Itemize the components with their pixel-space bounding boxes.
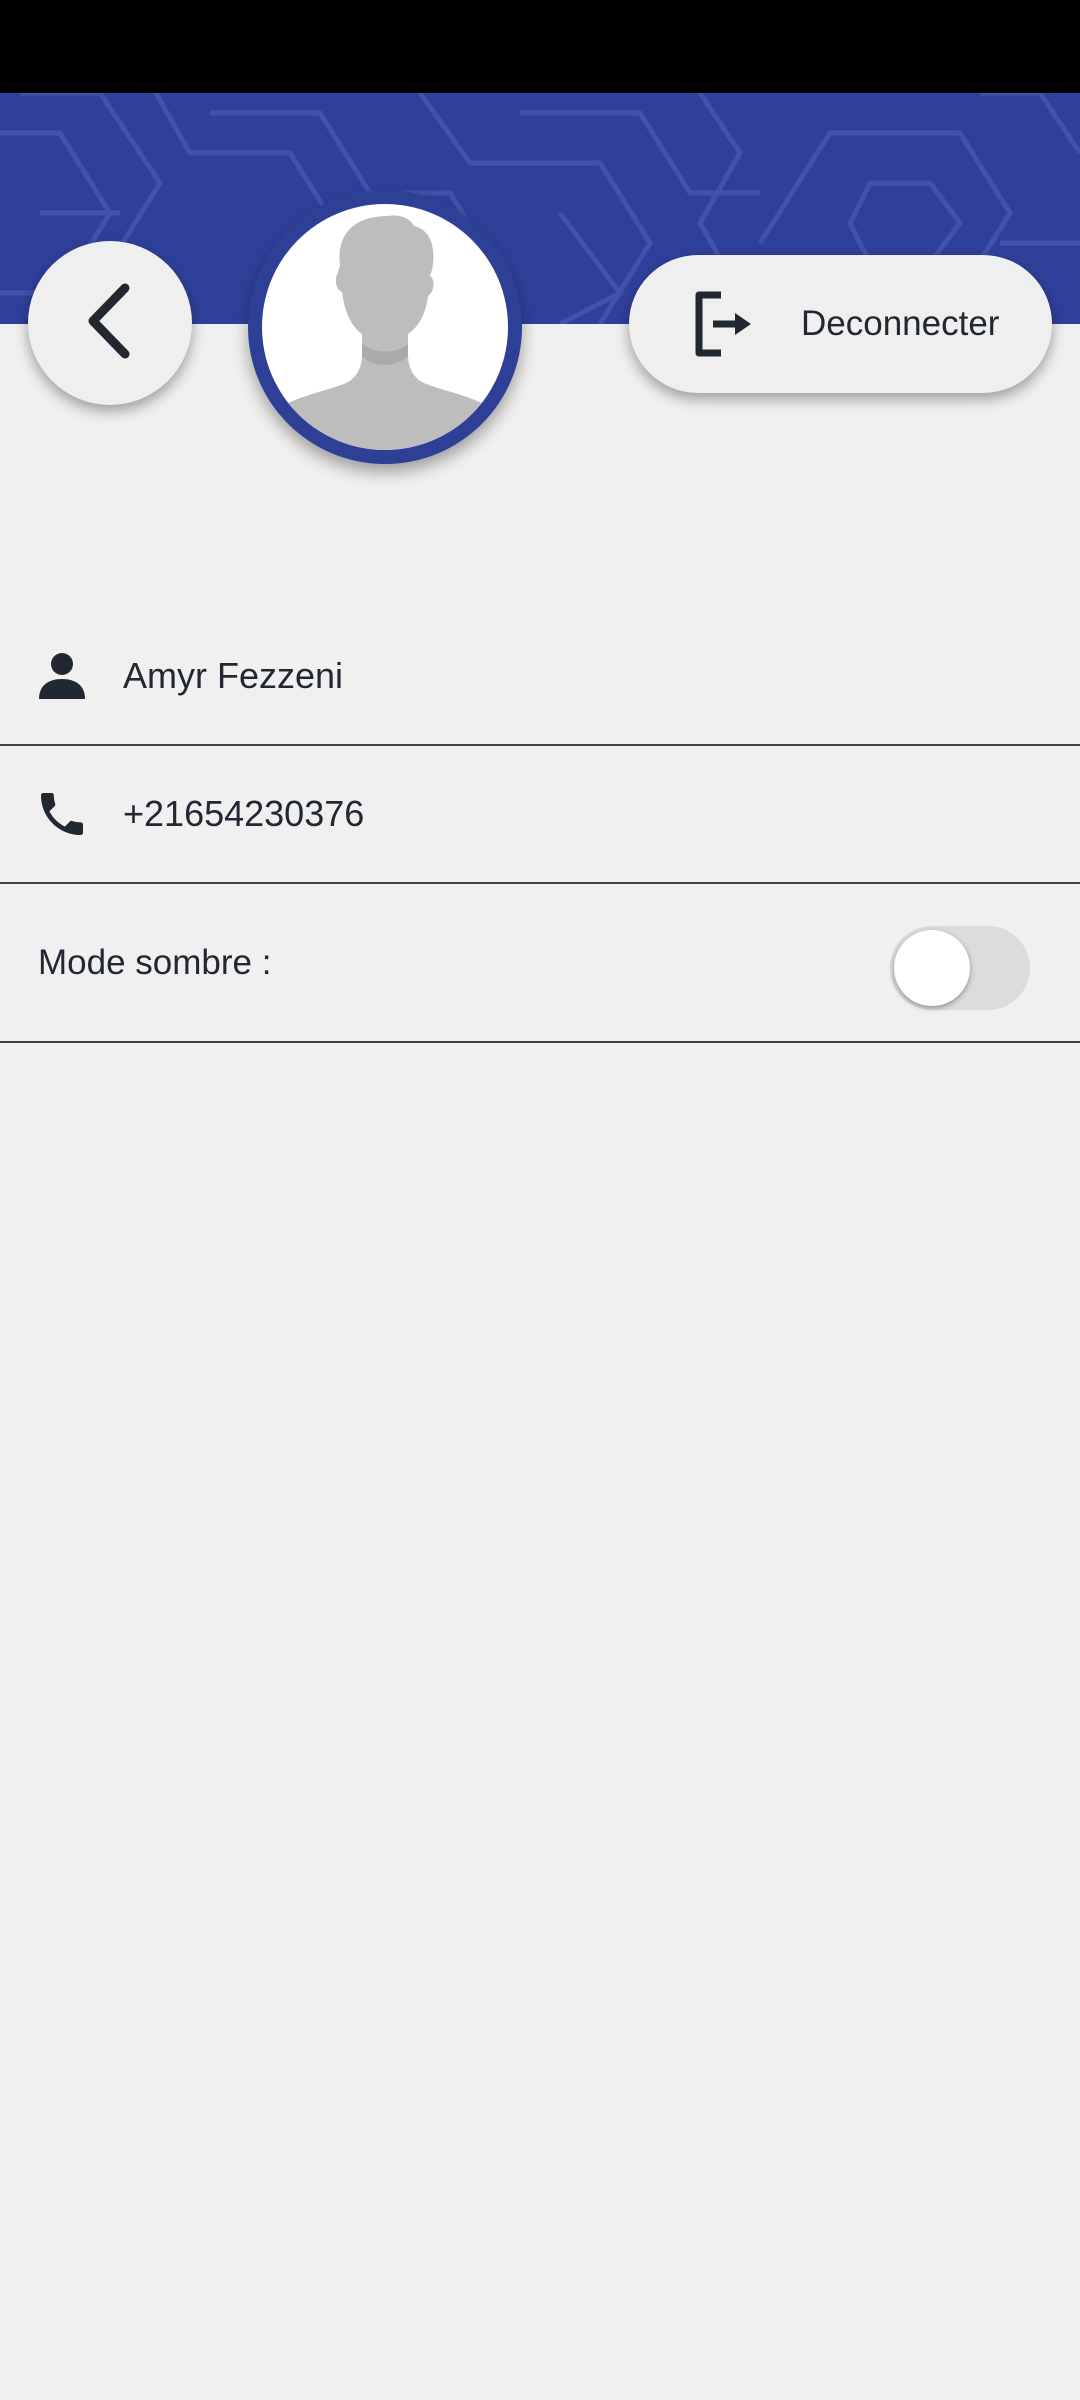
logout-label: Deconnecter <box>801 304 1000 343</box>
phone-row: +21654230376 <box>0 746 1080 884</box>
logout-arrow-icon <box>691 291 757 357</box>
person-icon <box>32 646 92 706</box>
dark-mode-row: Mode sombre : <box>0 884 1080 1043</box>
phone-number: +21654230376 <box>123 793 365 834</box>
dark-mode-label: Mode sombre : <box>38 942 272 982</box>
chevron-left-icon <box>75 276 145 371</box>
status-bar <box>0 0 1080 93</box>
avatar[interactable] <box>248 190 522 464</box>
phone-icon <box>32 784 92 844</box>
toggle-knob <box>894 930 970 1006</box>
back-button[interactable] <box>28 241 192 405</box>
user-name: Amyr Fezzeni <box>123 654 344 696</box>
name-row: Amyr Fezzeni <box>0 607 1080 746</box>
dark-mode-toggle[interactable] <box>890 926 1030 1010</box>
logout-button[interactable]: Deconnecter <box>629 255 1052 393</box>
default-user-silhouette-icon <box>262 215 508 450</box>
